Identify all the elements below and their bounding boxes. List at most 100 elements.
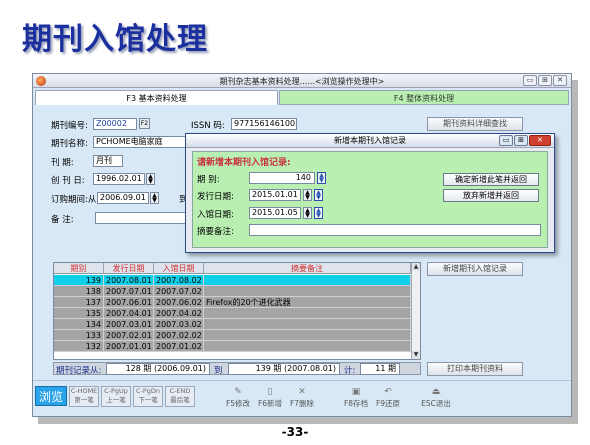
release-date-calendar-icon[interactable]: ▲ ▼ — [314, 189, 323, 201]
scroll-up-icon[interactable]: ▲ — [412, 263, 420, 271]
previous-record-button[interactable]: C-PgUp 上一笔 — [101, 386, 131, 407]
table-row[interactable]: 137 2007.06.01 2007.06.02 Firefox的20个进化武… — [54, 297, 411, 308]
cell-note — [204, 319, 411, 330]
minimize-button[interactable]: ▭ — [523, 75, 537, 86]
bottom-toolbar: 浏览 C-HOME 第一笔 C-PgUp 上一笔 C-PgDn 下一笔 C-END 最后… — [33, 380, 571, 416]
f2-lookup-button[interactable]: F2 — [139, 118, 150, 129]
journal-name-field[interactable]: PCHOME电脑家庭 — [93, 136, 193, 148]
tab-whole-data[interactable]: F4 整体资料处理 — [279, 90, 569, 105]
remark-field[interactable] — [95, 212, 193, 224]
grid-scrollbar[interactable]: ▲ ▼ — [411, 263, 420, 359]
dialog-body: 请新增本期刊入馆记录: 期 别: 140 ▲ ▼ 发行日期: 2015.01.01… — [192, 151, 548, 248]
save-icon: ▣ — [351, 387, 361, 397]
arrive-date-field[interactable]: 2015.01.05 — [249, 207, 301, 219]
previous-record-key: C-PgUp — [104, 387, 128, 395]
dialog-close-button[interactable]: ✕ — [529, 135, 551, 146]
release-date-field[interactable]: 2015.01.01 — [249, 189, 301, 201]
issn-label: ISSN 码: — [191, 121, 225, 131]
cell-arrive-date: 2007.04.02 — [154, 308, 204, 319]
cell-release-date: 2007.08.01 — [104, 275, 154, 286]
release-date-spinner[interactable]: ▲ ▼ — [303, 189, 312, 201]
cell-issue: 138 — [54, 286, 104, 297]
start-date-spinner[interactable]: ▲ ▼ — [146, 173, 155, 185]
table-row[interactable]: 133 2007.02.01 2007.02.02 — [54, 330, 411, 341]
cell-issue: 137 — [54, 297, 104, 308]
cell-note — [204, 308, 411, 319]
record-range-bar: 期刊记录从: 128 期 (2006.09.01) 到 139 期 (2007.… — [53, 362, 421, 376]
grid-header: 期别 发行日期 入馆日期 摘要备注 — [54, 263, 411, 274]
save-button[interactable]: ▣ F8存档 — [341, 387, 371, 411]
first-record-label: 第一笔 — [74, 396, 94, 404]
subscription-from-field[interactable]: 2006.09.01 — [97, 192, 149, 204]
memo-field[interactable] — [249, 224, 541, 236]
table-row[interactable]: 134 2007.03.01 2007.03.02 — [54, 319, 411, 330]
detail-search-button[interactable]: 期刊资料详细查找 — [427, 117, 523, 131]
table-row[interactable]: 135 2007.04.01 2007.04.02 — [54, 308, 411, 319]
print-journal-button[interactable]: 打印本期刊资料 — [427, 362, 523, 376]
dialog-maximize-button[interactable]: ⊞ — [514, 135, 528, 146]
cell-note — [204, 286, 411, 297]
first-record-button[interactable]: C-HOME 第一笔 — [69, 386, 99, 407]
edit-button[interactable]: ✎ F5修改 — [223, 387, 253, 411]
save-label: F8存档 — [343, 399, 369, 408]
confirm-add-button[interactable]: 确定新增此笔并返回 — [443, 173, 539, 186]
tab-basic-data[interactable]: F3 基本资料处理 — [35, 90, 278, 105]
arrive-date-spinner[interactable]: ▲ ▼ — [303, 207, 312, 219]
undo-icon: ↶ — [384, 387, 392, 397]
grid-header-release-date[interactable]: 发行日期 — [104, 263, 154, 274]
grid-header-note[interactable]: 摘要备注 — [204, 263, 411, 274]
restore-button[interactable]: ↶ F9还原 — [373, 387, 403, 411]
cell-issue: 139 — [54, 275, 104, 286]
arrive-date-label: 入馆日期: — [197, 210, 234, 220]
issn-field[interactable]: 9771561461005 — [231, 118, 297, 130]
issue-spinner[interactable]: ▲ ▼ — [317, 172, 326, 184]
period-field[interactable]: 月刊 — [93, 155, 123, 167]
table-row[interactable]: 138 2007.07.01 2007.07.02 — [54, 286, 411, 297]
arrive-date-calendar-icon[interactable]: ▲ ▼ — [314, 207, 323, 219]
cell-issue: 134 — [54, 319, 104, 330]
delete-label: F7删除 — [289, 399, 315, 408]
table-row[interactable]: 132 2007.01.01 2007.01.02 — [54, 341, 411, 352]
remark-label: 备 注: — [51, 215, 74, 225]
add-issue-record-button[interactable]: 新增期刊入馆记录 — [427, 262, 523, 276]
close-button[interactable]: ✕ — [553, 75, 567, 86]
issue-number-field[interactable]: 140 — [249, 172, 315, 184]
page-number: -33- — [281, 425, 309, 439]
window-title: 期刊杂志基本资料处理......<浏览操作处理中> — [219, 77, 385, 86]
delete-button[interactable]: ✕ F7删除 — [287, 387, 317, 411]
cell-arrive-date: 2007.03.02 — [154, 319, 204, 330]
add-issue-dialog: 新增本期刊入馆记录 ▭ ⊞ ✕ 请新增本期刊入馆记录: 期 别: 140 ▲ ▼ … — [185, 133, 555, 253]
last-record-label: 最后笔 — [170, 396, 190, 404]
cell-arrive-date: 2007.07.02 — [154, 286, 204, 297]
exit-icon: ⏏ — [431, 387, 441, 397]
cell-issue: 133 — [54, 330, 104, 341]
cell-release-date: 2007.06.01 — [104, 297, 154, 308]
issue-grid[interactable]: 期别 发行日期 入馆日期 摘要备注 139 2007.08.01 2007.08… — [53, 262, 421, 360]
cell-arrive-date: 2007.01.02 — [154, 341, 204, 352]
next-record-key: C-PgDn — [135, 387, 161, 395]
exit-button[interactable]: ⏏ ESC退出 — [419, 387, 453, 411]
cancel-add-button[interactable]: 放弃新增并返回 — [443, 189, 539, 202]
browse-mode-button[interactable]: 浏览 — [35, 386, 67, 406]
grid-header-arrive-date[interactable]: 入馆日期 — [154, 263, 204, 274]
cell-release-date: 2007.07.01 — [104, 286, 154, 297]
cell-release-date: 2007.04.01 — [104, 308, 154, 319]
count-field: 11 期 — [360, 363, 400, 375]
start-date-field[interactable]: 1996.02.01 — [93, 173, 145, 185]
dialog-minimize-button[interactable]: ▭ — [499, 135, 513, 146]
period-label: 刊 期: — [51, 158, 74, 168]
range-to-field: 139 期 (2007.08.01) — [228, 363, 340, 375]
add-button[interactable]: ▯ F6新增 — [255, 387, 285, 411]
grid-header-issue[interactable]: 期别 — [54, 263, 104, 274]
table-row[interactable]: 139 2007.08.01 2007.08.02 — [54, 275, 411, 286]
next-record-button[interactable]: C-PgDn 下一笔 — [133, 386, 163, 407]
scroll-down-icon[interactable]: ▼ — [412, 351, 420, 359]
journal-no-field[interactable]: Z00002 — [93, 118, 137, 130]
maximize-button[interactable]: ⊞ — [538, 75, 552, 86]
page-title: 期刊入馆处理 — [22, 22, 208, 57]
subscription-from-spinner[interactable]: ▲ ▼ — [150, 192, 159, 204]
last-record-button[interactable]: C-END 最后笔 — [165, 386, 195, 407]
cell-release-date: 2007.02.01 — [104, 330, 154, 341]
release-date-label: 发行日期: — [197, 192, 234, 202]
cell-note — [204, 275, 411, 286]
